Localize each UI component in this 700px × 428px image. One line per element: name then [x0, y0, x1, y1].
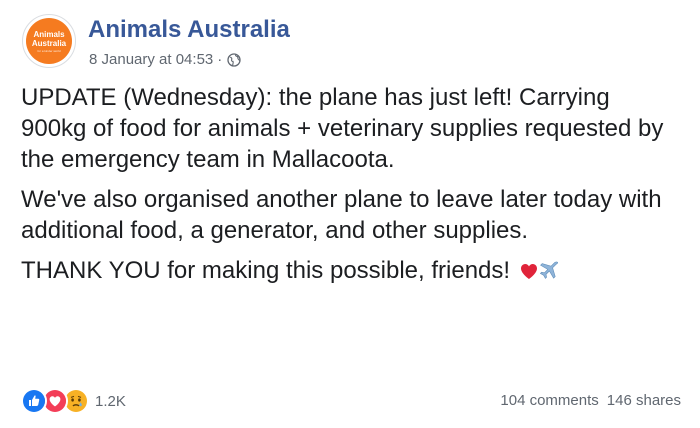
- reactions-summary[interactable]: 1.2K: [21, 388, 126, 414]
- shares-count-link[interactable]: 146 shares: [607, 392, 681, 409]
- airplane-icon: [539, 258, 559, 279]
- facebook-post: Animals Australia for a kinder world Ani…: [0, 0, 700, 428]
- post-paragraph-text: THANK YOU for making this possible, frie…: [21, 257, 511, 284]
- globe-icon[interactable]: [227, 53, 241, 67]
- avatar[interactable]: Animals Australia for a kinder world: [22, 14, 76, 68]
- reaction-count: 1.2K: [95, 392, 126, 410]
- page-name-link[interactable]: Animals Australia: [88, 16, 290, 44]
- post-paragraph: We've also organised another plane to le…: [21, 186, 669, 244]
- red-heart-icon: [520, 257, 538, 279]
- post-body: UPDATE (Wednesday): the plane has just l…: [21, 82, 681, 295]
- comments-count-link[interactable]: 104 comments: [500, 392, 598, 409]
- post-paragraph: UPDATE (Wednesday): the plane has just l…: [21, 84, 671, 173]
- post-footer: 1.2K 104 comments 146 shares: [21, 388, 681, 414]
- post-stats: 104 comments 146 shares: [500, 392, 681, 409]
- post-header: Animals Australia for a kinder world Ani…: [22, 14, 662, 74]
- post-timestamp[interactable]: 8 January at 04:53: [89, 51, 213, 68]
- post-meta: 8 January at 04:53 ·: [89, 51, 241, 68]
- meta-separator: ·: [217, 51, 223, 68]
- animals-australia-logo: Animals Australia for a kinder world: [26, 18, 72, 64]
- like-icon: [21, 388, 47, 414]
- post-paragraph-last: THANK YOU for making this possible, frie…: [21, 255, 681, 286]
